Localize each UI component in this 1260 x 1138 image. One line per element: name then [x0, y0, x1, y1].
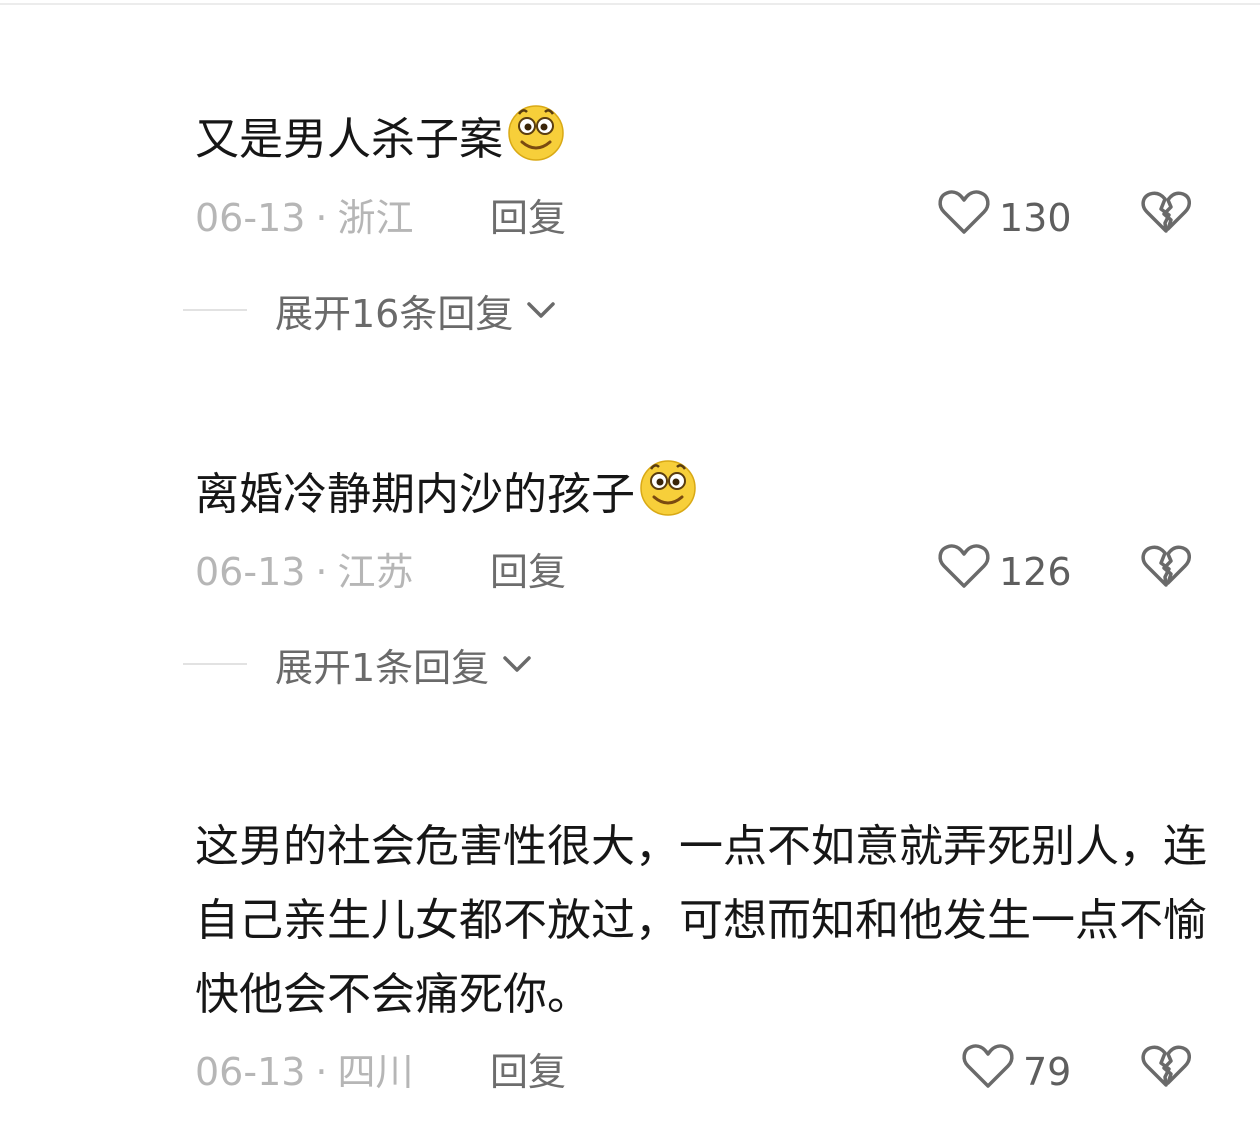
comment-text: 又是男人杀子案 [195, 114, 503, 165]
broken-heart-icon [1141, 1043, 1191, 1101]
comment-text: 离婚冷静期内沙的孩子 [195, 469, 635, 520]
expand-divider [183, 663, 247, 665]
comment-date: 06-13 [195, 196, 306, 240]
comment-date: 06-13 [195, 550, 306, 594]
comment-region: 浙江 [337, 196, 414, 240]
like-button[interactable]: 130 [937, 190, 1072, 243]
comment-text-row: 离婚冷静期内沙的孩子 [195, 455, 1215, 540]
comment-meta: 06-13 · 浙江 回复 130 [195, 190, 1215, 243]
top-divider [0, 3, 1260, 5]
comment-meta: 06-13 · 江苏 回复 126 [195, 544, 1215, 597]
reply-button[interactable]: 回复 [490, 547, 566, 597]
broken-heart-icon [1141, 189, 1191, 247]
expand-replies-label: 展开1条回复 [275, 645, 490, 690]
chevron-down-icon [501, 653, 533, 675]
like-count: 79 [1023, 1050, 1072, 1094]
expand-replies-button[interactable]: 展开16条回复 [183, 285, 557, 336]
meta-separator: · [315, 550, 328, 594]
dislike-button[interactable] [1141, 1045, 1191, 1097]
heart-outline-icon [937, 188, 991, 248]
like-button[interactable]: 126 [937, 544, 1072, 597]
heart-outline-icon [961, 1042, 1015, 1102]
comment-list-page: 又是男人杀子案 06-13 · 浙江 回复 130 展开16条回复 离婚冷静期内… [0, 0, 1260, 1138]
comment-region: 四川 [337, 1050, 414, 1094]
comment-meta: 06-13 · 四川 回复 79 [195, 1044, 1215, 1097]
chevron-down-icon [525, 299, 557, 321]
smiley-emoji-icon [637, 455, 699, 540]
heart-outline-icon [937, 542, 991, 602]
dislike-button[interactable] [1141, 545, 1191, 597]
comment-region: 江苏 [337, 550, 414, 594]
broken-heart-icon [1141, 543, 1191, 601]
like-count: 126 [999, 550, 1072, 594]
dislike-button[interactable] [1141, 191, 1191, 243]
reply-button[interactable]: 回复 [490, 193, 566, 243]
comment-text-row: 又是男人杀子案 [195, 100, 1215, 185]
meta-separator: · [315, 196, 328, 240]
comment-text: 这男的社会危害性很大，一点不如意就弄死别人，连自己亲生儿女都不放过，可想而知和他… [195, 821, 1207, 1020]
expand-replies-button[interactable]: 展开1条回复 [183, 639, 533, 690]
reply-button[interactable]: 回复 [490, 1047, 566, 1097]
expand-replies-label: 展开16条回复 [275, 291, 514, 336]
like-button[interactable]: 79 [961, 1044, 1072, 1097]
smiley-emoji-icon [505, 100, 567, 185]
like-count: 130 [999, 196, 1072, 240]
comment-date: 06-13 [195, 1050, 306, 1094]
expand-divider [183, 309, 247, 311]
meta-separator: · [315, 1050, 328, 1094]
